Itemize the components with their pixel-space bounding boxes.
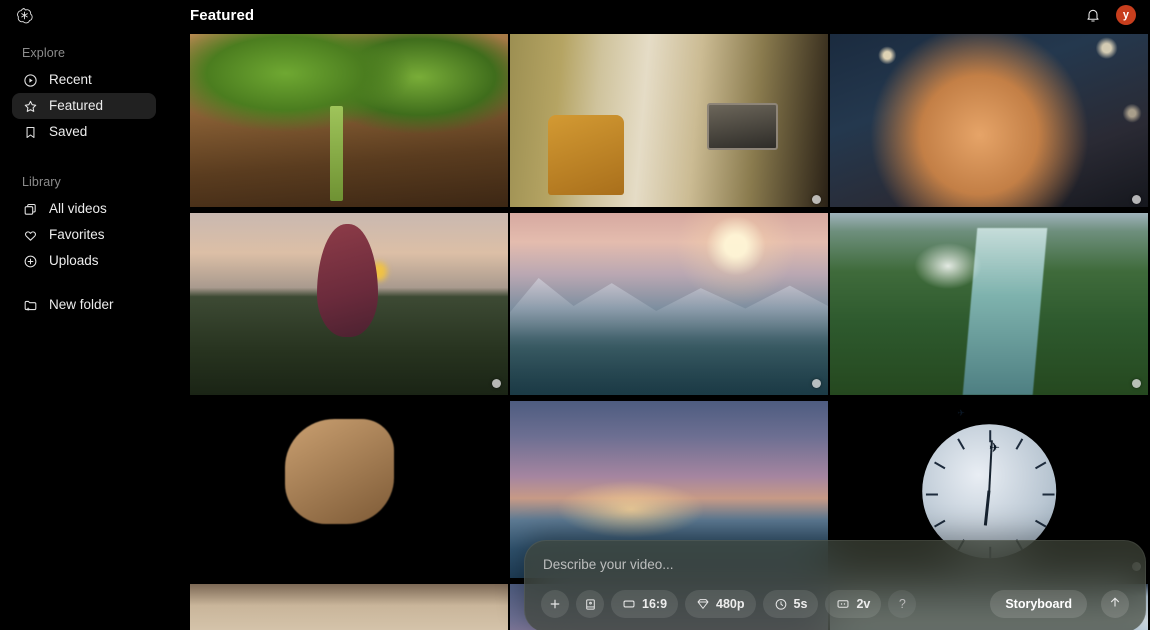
book-icon <box>584 598 597 611</box>
bookmark-icon <box>22 124 38 140</box>
video-card-livingroom[interactable] <box>510 30 828 211</box>
sidebar: Explore Recent Featured S <box>0 0 168 630</box>
app-root: Explore Recent Featured S <box>0 0 1150 630</box>
clock-play-icon <box>22 72 38 88</box>
video-thumbnail <box>190 397 508 578</box>
aspect-ratio-selector[interactable]: 16:9 <box>611 590 678 618</box>
letterbox-top <box>510 397 828 401</box>
diamond-icon <box>696 597 710 611</box>
sidebar-item-label: Uploads <box>49 254 99 268</box>
prompt-composer: 16:9 480p 5s <box>524 540 1146 630</box>
letterbox-top <box>830 30 1148 34</box>
bell-icon[interactable] <box>1082 4 1104 26</box>
add-attachment-button[interactable] <box>541 590 569 618</box>
top-bar: Featured y <box>168 0 1150 30</box>
video-card-river[interactable] <box>830 213 1148 394</box>
sidebar-item-new-folder[interactable]: New folder <box>12 292 156 318</box>
send-button[interactable] <box>1101 590 1129 618</box>
letterbox-top <box>190 397 508 401</box>
duration-label: 5s <box>794 598 808 611</box>
bird-silhouette-icon: ✈ <box>989 440 1000 456</box>
main-content: Featured y <box>168 0 1150 630</box>
video-thumbnail <box>510 213 828 394</box>
sidebar-item-saved[interactable]: Saved <box>12 119 156 145</box>
video-card-desert[interactable] <box>190 580 508 630</box>
avatar[interactable]: y <box>1116 5 1136 25</box>
folder-plus-icon <box>22 297 38 313</box>
status-badge <box>812 379 821 388</box>
sidebar-item-label: New folder <box>49 298 114 312</box>
storyboard-button[interactable]: Storyboard <box>990 590 1087 618</box>
stack-icon <box>22 201 38 217</box>
video-thumbnail <box>510 30 828 211</box>
variations-label: 2v <box>856 598 870 611</box>
resolution-selector[interactable]: 480p <box>685 590 756 618</box>
frame-icon <box>622 597 636 611</box>
stopwatch-icon <box>774 597 788 611</box>
plus-icon <box>548 597 562 611</box>
video-card-quill[interactable] <box>190 397 508 578</box>
presets-button[interactable] <box>576 590 604 618</box>
sidebar-divider-gap <box>12 274 156 292</box>
status-badge <box>1132 379 1141 388</box>
video-card-seedling[interactable] <box>190 30 508 211</box>
prompt-toolbar: 16:9 480p 5s <box>541 590 1129 618</box>
clock-hour-hand <box>984 491 990 526</box>
sidebar-item-recent[interactable]: Recent <box>12 67 156 93</box>
sidebar-item-uploads[interactable]: Uploads <box>12 248 156 274</box>
letterbox-top <box>510 30 828 34</box>
openai-logo-icon[interactable] <box>12 0 156 30</box>
sidebar-item-label: Saved <box>49 125 87 139</box>
video-thumbnail <box>190 213 508 394</box>
sidebar-item-label: Featured <box>49 99 103 113</box>
variations-icon <box>836 597 850 611</box>
arrow-up-icon <box>1108 595 1122 614</box>
help-button[interactable]: ? <box>888 590 916 618</box>
page-title: Featured <box>190 7 254 24</box>
video-thumbnail <box>190 30 508 211</box>
duration-selector[interactable]: 5s <box>763 590 819 618</box>
resolution-label: 480p <box>716 598 745 611</box>
sidebar-item-label: All videos <box>49 202 107 216</box>
video-thumbnail <box>830 213 1148 394</box>
video-thumbnail <box>190 580 508 630</box>
sidebar-item-label: Favorites <box>49 228 105 242</box>
bird-silhouette-icon: ✈ <box>957 408 965 419</box>
video-card-portrait[interactable] <box>830 30 1148 211</box>
sidebar-item-label: Recent <box>49 73 92 87</box>
sidebar-heading-library: Library <box>12 175 156 189</box>
letterbox-bottom <box>830 207 1148 211</box>
top-bar-actions: y <box>1082 4 1136 26</box>
plus-circle-icon <box>22 253 38 269</box>
video-card-tulip[interactable] <box>190 213 508 394</box>
letterbox-bottom <box>190 207 508 211</box>
sidebar-item-featured[interactable]: Featured <box>12 93 156 119</box>
aspect-ratio-label: 16:9 <box>642 598 667 611</box>
letterbox-top <box>830 397 1148 401</box>
variations-selector[interactable]: 2v <box>825 590 881 618</box>
status-badge <box>492 379 501 388</box>
prompt-input[interactable] <box>541 557 1129 572</box>
letterbox-bottom <box>510 207 828 211</box>
letterbox-top <box>190 580 508 584</box>
video-card-mountains[interactable] <box>510 213 828 394</box>
sidebar-item-favorites[interactable]: Favorites <box>12 222 156 248</box>
sidebar-heading-explore: Explore <box>12 46 156 60</box>
letterbox-top <box>190 30 508 34</box>
heart-icon <box>22 227 38 243</box>
star-icon <box>22 98 38 114</box>
sidebar-item-all-videos[interactable]: All videos <box>12 196 156 222</box>
video-thumbnail <box>830 30 1148 211</box>
